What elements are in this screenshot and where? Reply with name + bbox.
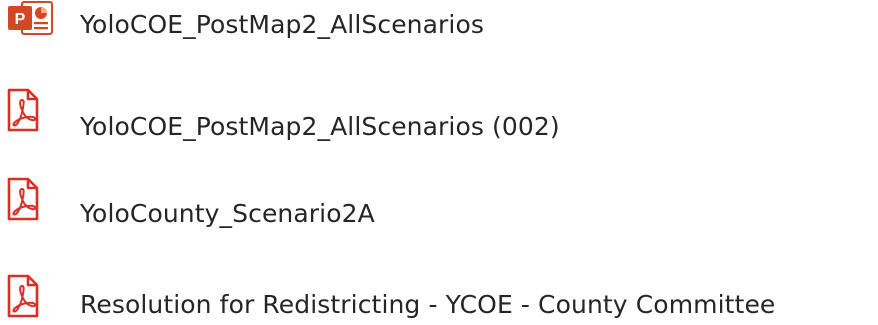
file-name: Resolution for Redistricting - YCOE - Co… [80, 290, 776, 319]
file-name: YoloCOE_PostMap2_AllScenarios (002) [80, 112, 560, 141]
file-name: YoloCOE_PostMap2_AllScenarios [80, 10, 484, 39]
pdf-file-icon [6, 177, 40, 225]
pdf-file-icon [6, 88, 40, 136]
file-name: YoloCounty_Scenario2A [80, 199, 375, 228]
svg-text:P: P [15, 11, 26, 28]
powerpoint-file-icon: P [8, 0, 54, 40]
file-list: P YoloCOE_PostMap2_AllScenarios YoloCOE_… [0, 0, 878, 325]
pdf-file-icon [6, 274, 40, 322]
